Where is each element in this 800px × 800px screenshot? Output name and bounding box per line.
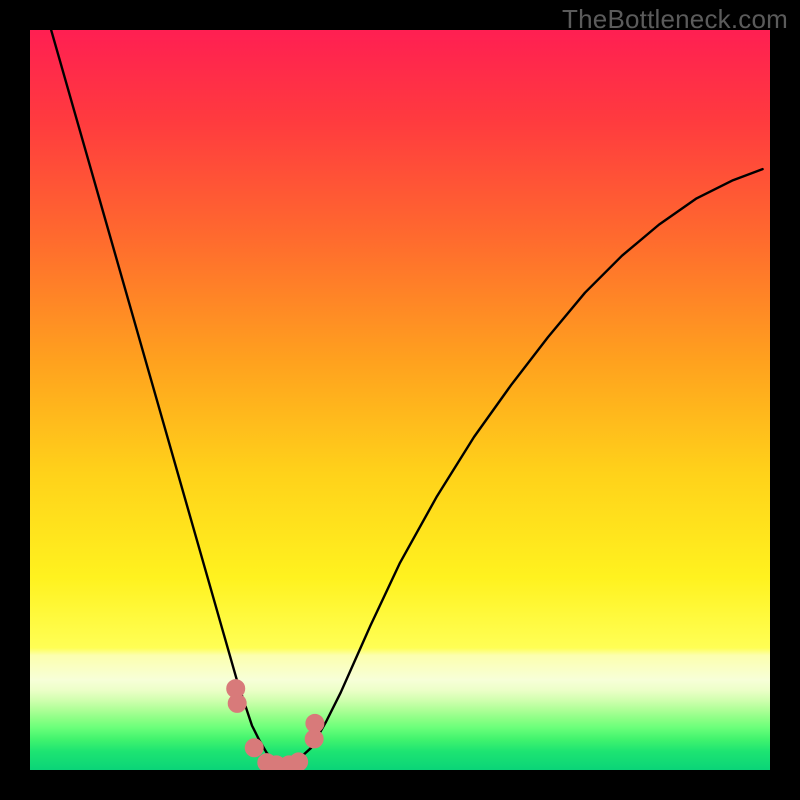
marker-point	[245, 739, 263, 757]
outer-frame: TheBottleneck.com	[0, 0, 800, 800]
marker-point	[290, 753, 308, 770]
marker-point	[306, 714, 324, 732]
marker-layer	[30, 30, 770, 770]
watermark-text: TheBottleneck.com	[562, 4, 788, 35]
plot-area	[30, 30, 770, 770]
marker-point	[228, 694, 246, 712]
